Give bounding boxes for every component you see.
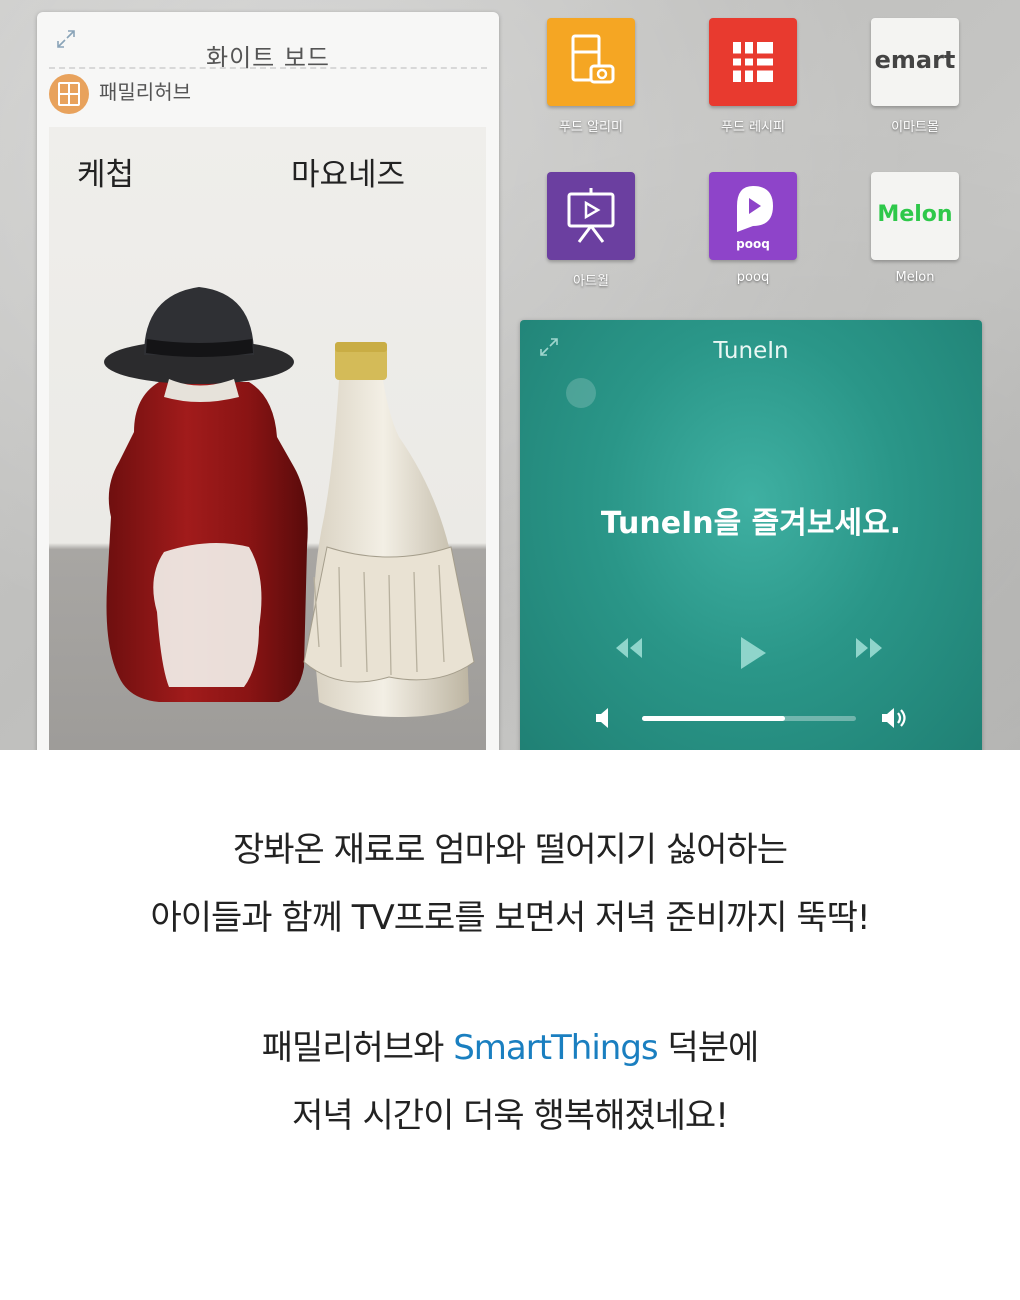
- app-label: 푸드 레시피: [721, 120, 785, 135]
- app-emart-mall[interactable]: emart 이마트몰: [855, 18, 975, 135]
- station-indicator: [566, 378, 596, 408]
- app-label: 아트월: [573, 274, 609, 289]
- bottle-painting: [104, 287, 475, 717]
- handwritten-label-mayonnaise: 마요네즈: [291, 157, 406, 193]
- emart-logo-text: emart: [874, 46, 956, 74]
- device-screen: 화이트 보드 패밀리허브 케첩 마요네즈 푸드 알리미 푸드 레시피 emart…: [0, 0, 1020, 750]
- app-label: Melon: [895, 270, 935, 285]
- app-label: 푸드 알리미: [559, 120, 623, 135]
- app-food-reminder[interactable]: 푸드 알리미: [531, 18, 651, 135]
- melon-icon: Melon: [871, 172, 959, 260]
- family-hub-label: 패밀리허브: [99, 80, 191, 104]
- emart-icon: emart: [871, 18, 959, 106]
- art-wall-icon: [547, 172, 635, 260]
- volume-slider-fill: [642, 716, 786, 721]
- melon-logo-text: Melon: [877, 202, 953, 227]
- caption-line-2: 아이들과 함께 TV프로를 보면서 저녁 준비까지 뚝딱!: [150, 898, 870, 938]
- caption-line-3-prefix: 패밀리허브와: [261, 1028, 454, 1068]
- smartthings-brand-text: SmartThings: [453, 1028, 658, 1068]
- tunein-message: TuneIn을 즐겨보세요.: [600, 506, 902, 541]
- whiteboard-widget: 화이트 보드 패밀리허브 케첩 마요네즈: [37, 12, 499, 750]
- app-food-recipe[interactable]: 푸드 레시피: [693, 18, 813, 135]
- tunein-widget: TuneIn TuneIn을 즐겨보세요.: [520, 320, 982, 750]
- svg-text:pooq: pooq: [736, 237, 770, 251]
- fast-forward-icon[interactable]: [854, 635, 884, 665]
- food-reminder-icon: [547, 18, 635, 106]
- caption-line-3-suffix: 덕분에: [657, 1028, 759, 1068]
- drawing-canvas[interactable]: 케첩 마요네즈: [49, 127, 486, 750]
- app-art-wall[interactable]: 아트월: [531, 172, 651, 289]
- volume-slider[interactable]: [642, 716, 856, 721]
- caption-line-4: 저녁 시간이 더욱 행복해졌네요!: [292, 1096, 729, 1136]
- caption-line-3: 패밀리허브와 SmartThings 덕분에: [0, 1020, 1020, 1069]
- pooq-icon: pooq: [709, 172, 797, 260]
- tunein-title: TuneIn: [713, 338, 789, 364]
- handwritten-label-ketchup: 케첩: [77, 157, 135, 193]
- app-label: 이마트몰: [891, 120, 939, 135]
- caption-line-1: 장봐온 재료로 엄마와 떨어지기 싫어하는: [233, 830, 788, 870]
- volume-high-icon[interactable]: [880, 705, 912, 735]
- food-recipe-icon: [709, 18, 797, 106]
- volume-low-icon[interactable]: [594, 705, 616, 735]
- play-icon[interactable]: [738, 635, 768, 675]
- rewind-icon[interactable]: [614, 635, 644, 665]
- app-label: pooq: [736, 270, 770, 285]
- app-melon[interactable]: Melon Melon: [855, 172, 975, 285]
- divider: [49, 67, 487, 69]
- caption-section: 장봐온 재료로 엄마와 떨어지기 싫어하는 아이들과 함께 TV프로를 보면서 …: [0, 750, 1020, 1300]
- app-pooq[interactable]: pooq pooq: [693, 172, 813, 285]
- family-hub-icon[interactable]: [49, 74, 89, 114]
